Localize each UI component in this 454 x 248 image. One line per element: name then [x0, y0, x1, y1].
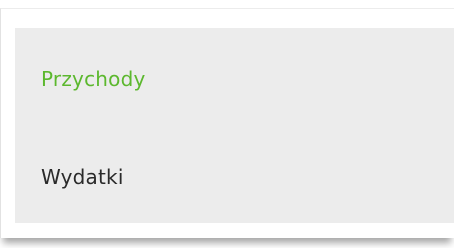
dropdown-option-przychody[interactable]: Przychody: [15, 28, 454, 130]
stage: Przychody Wydatki: [0, 0, 454, 248]
dropdown-option-label: Wydatki: [41, 164, 124, 189]
dropdown-option-wydatki[interactable]: Wydatki: [15, 130, 454, 223]
dropdown-panel: Przychody Wydatki: [0, 8, 454, 238]
dropdown-option-label: Przychody: [41, 67, 146, 91]
